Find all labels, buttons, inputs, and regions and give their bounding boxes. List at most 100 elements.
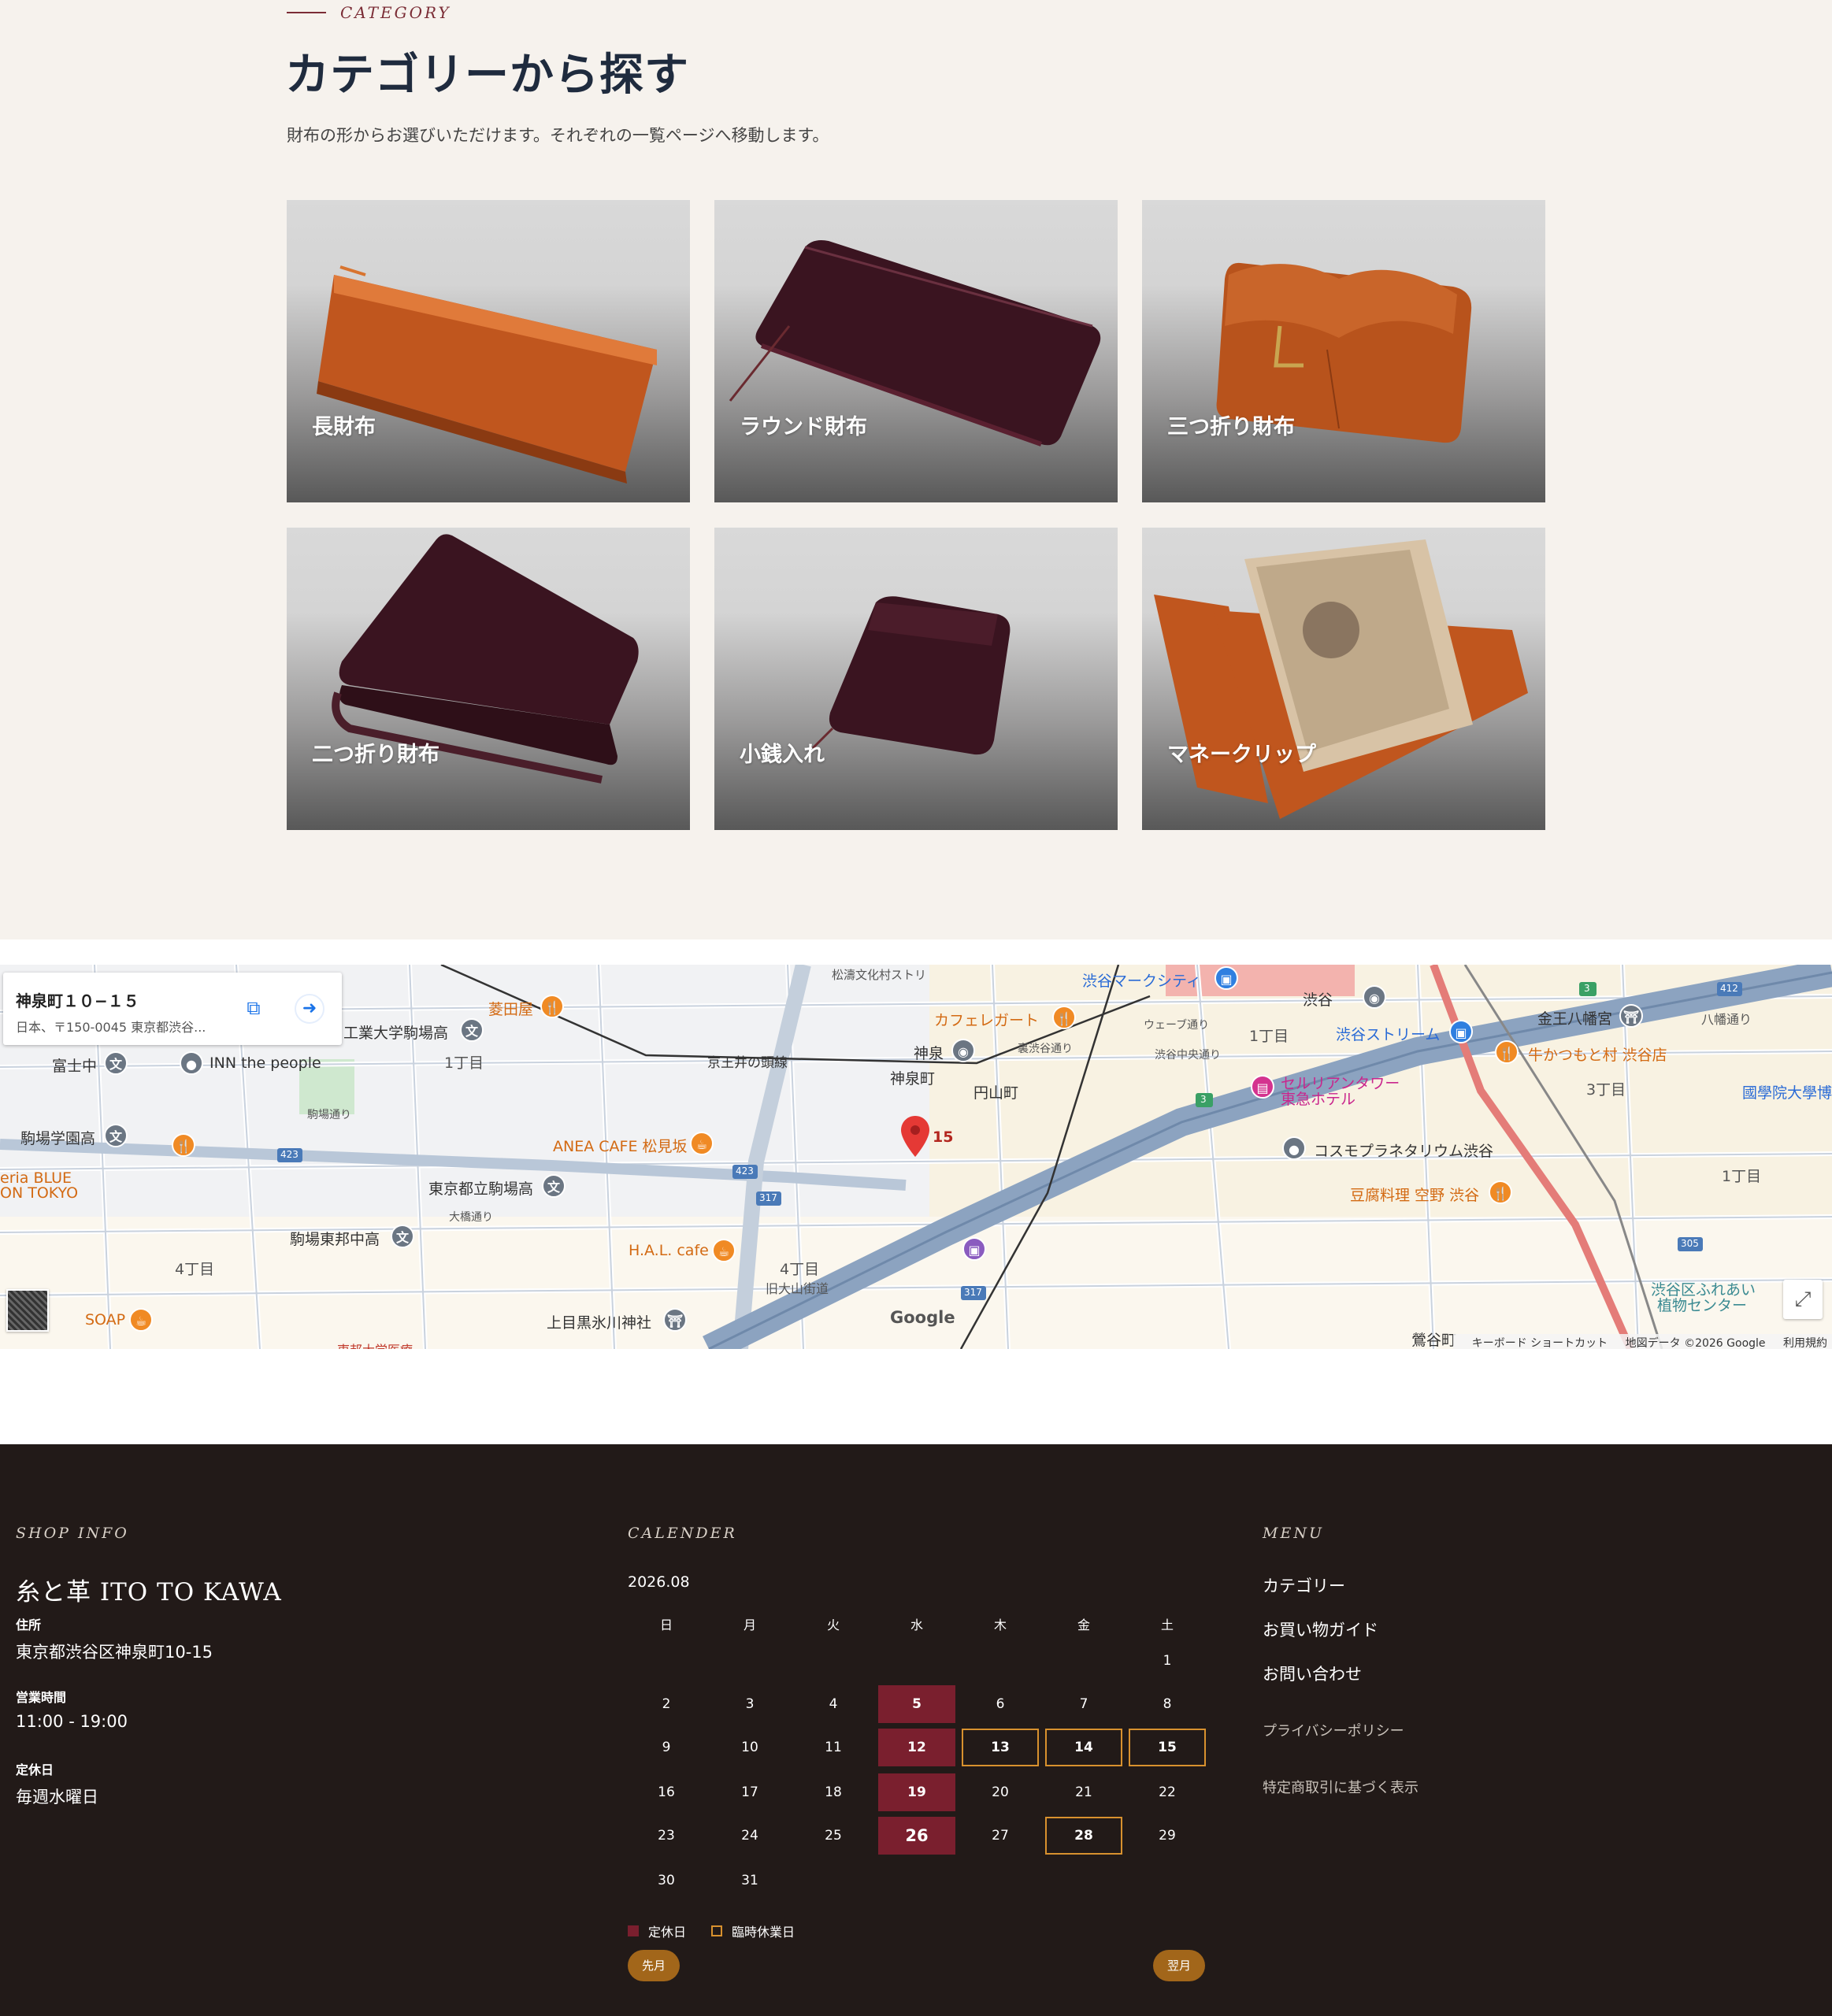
shopping-icon[interactable]: ▣ <box>1215 966 1238 990</box>
shop-name: 糸と革 ITO TO KAWA <box>16 1578 282 1606</box>
cafe-icon[interactable]: ☕ <box>129 1308 153 1332</box>
map-label: INN the people <box>210 1054 321 1072</box>
category-card-trifold-wallet[interactable]: 三つ折り財布 <box>1142 200 1545 502</box>
map-label: 牛かつもと村 渋谷店 <box>1528 1047 1667 1064</box>
calendar-day: 10 <box>741 1740 758 1755</box>
menu-link-shopping-guide[interactable]: お買い物ガイド <box>1263 1618 1378 1641</box>
route-number: 317 <box>759 1192 777 1203</box>
map-place-address: 日本、〒150-0045 東京都渋谷... <box>16 1020 206 1035</box>
map-label: 駒場学園高 <box>20 1130 96 1147</box>
calendar-day: 29 <box>1159 1828 1176 1844</box>
closed-label: 定休日 <box>16 1762 54 1777</box>
category-card-long-wallet[interactable]: 長財布 <box>287 200 690 502</box>
menu-link-privacy-policy[interactable]: プライバシーポリシー <box>1263 1720 1404 1740</box>
cafe-icon[interactable]: ☕ <box>712 1239 736 1262</box>
map-label: ON TOKYO <box>0 1184 79 1202</box>
menu-heading: MENU <box>1263 1525 1324 1542</box>
map-label: 松濤文化村ストリ <box>832 968 927 982</box>
school-icon[interactable]: 文 <box>391 1225 414 1248</box>
calendar-day: 2 <box>662 1696 671 1712</box>
map-label: 渋谷中央通り <box>1155 1049 1221 1062</box>
route-number: 412 <box>1720 983 1738 994</box>
legend-holiday-label: 定休日 <box>648 1925 687 1940</box>
calendar-month: 2026.08 <box>628 1573 690 1591</box>
map-label: 渋谷ストリーム <box>1336 1026 1441 1043</box>
terms-link[interactable]: 利用規約 <box>1783 1337 1827 1349</box>
school-icon[interactable]: 文 <box>104 1051 128 1075</box>
directions-icon[interactable]: ➜ <box>295 994 324 1024</box>
shop-info-heading: SHOP INFO <box>16 1525 129 1542</box>
eyebrow-line <box>287 12 326 13</box>
restaurant-icon[interactable]: 🍴 <box>1489 1180 1512 1204</box>
category-card-label: 三つ折り財布 <box>1167 415 1295 439</box>
weekday-header: 水 <box>910 1618 923 1632</box>
map-label: 國學院大學博 <box>1742 1084 1832 1102</box>
calendar-day: 4 <box>829 1696 838 1712</box>
category-card-bifold-wallet[interactable]: 二つ折り財布 <box>287 528 690 830</box>
map-label: 渋谷マークシティ <box>1082 973 1201 990</box>
legend-temporary: 臨時休業日 <box>711 1922 795 1940</box>
restaurant-icon[interactable]: 🍴 <box>1495 1040 1519 1064</box>
google-map[interactable]: 菱田屋 工業大学駒場高 富士中 INN the people 1丁目 駒場学園高… <box>0 965 1832 1349</box>
map-place-title: 神泉町１０−１５ <box>16 991 139 1010</box>
category-card-label: 小銭入れ <box>740 743 825 767</box>
footer: SHOP INFO 糸と革 ITO TO KAWA 住所 東京都渋谷区神泉町10… <box>0 1444 1832 2016</box>
school-icon[interactable]: 文 <box>460 1018 484 1042</box>
legend-temporary-label: 臨時休業日 <box>732 1925 795 1940</box>
prev-month-button[interactable]: 先月 <box>628 1950 680 1981</box>
calendar-day: 7 <box>1079 1696 1088 1712</box>
hotel-icon[interactable]: ▤ <box>1251 1075 1274 1099</box>
map-label: 東急ホテル <box>1281 1091 1356 1108</box>
school-icon[interactable]: 文 <box>104 1124 128 1147</box>
category-card-coin-case[interactable]: 小銭入れ <box>714 528 1118 830</box>
map-pin-label: 15 <box>933 1128 954 1146</box>
next-month-button[interactable]: 翌月 <box>1153 1950 1205 1981</box>
category-card-money-clip[interactable]: マネークリップ <box>1142 528 1545 830</box>
category-eyebrow: CATEGORY <box>287 3 451 22</box>
place-icon[interactable]: ● <box>1282 1136 1306 1160</box>
calendar-day-temporary-closure: 13 <box>962 1729 1039 1766</box>
cafe-icon[interactable]: ☕ <box>690 1132 714 1155</box>
shopping-icon[interactable]: ▣ <box>962 1237 986 1261</box>
map-label: 渋谷 <box>1303 991 1333 1009</box>
keyboard-shortcuts-link[interactable]: キーボード ショートカット <box>1472 1337 1608 1349</box>
map-label: 東京都立駒場高 <box>428 1180 534 1198</box>
legend-holiday: 定休日 <box>628 1922 686 1940</box>
open-in-maps-icon[interactable]: ⧉ <box>239 994 268 1022</box>
restaurant-icon[interactable]: 🍴 <box>540 995 564 1018</box>
menu-link-legal-notice[interactable]: 特定商取引に基づく表示 <box>1263 1777 1419 1797</box>
menu-link-contact[interactable]: お問い合わせ <box>1263 1662 1362 1685</box>
restaurant-icon[interactable]: 🍴 <box>172 1133 195 1157</box>
shrine-icon[interactable]: ⛩ <box>663 1308 687 1332</box>
route-number: 305 <box>1681 1238 1699 1249</box>
calendar-day: 1 <box>1163 1653 1172 1669</box>
weekday-header: 土 <box>1160 1618 1174 1632</box>
menu-link-category[interactable]: カテゴリー <box>1263 1573 1345 1597</box>
shrine-icon[interactable]: ⛩ <box>1619 1004 1643 1028</box>
restaurant-icon[interactable]: 🍴 <box>1052 1006 1076 1029</box>
map-label: 駒場通り <box>307 1109 351 1121</box>
shopping-icon[interactable]: ▣ <box>1449 1020 1473 1043</box>
calendar-day-temporary-closure: 28 <box>1045 1817 1122 1855</box>
school-icon[interactable]: 文 <box>542 1174 566 1198</box>
calendar-day: 22 <box>1159 1784 1176 1800</box>
calendar-day: 18 <box>825 1784 842 1800</box>
category-card-label: 二つ折り財布 <box>312 743 439 767</box>
train-station-icon[interactable]: ◉ <box>1363 985 1386 1009</box>
map-label: 円山町 <box>973 1084 1019 1102</box>
map-label: 菱田屋 <box>488 1001 534 1018</box>
map-label: 上目黒氷川神社 <box>547 1314 652 1332</box>
map-label: H.A.L. cafe <box>629 1242 709 1259</box>
map-label: 京王井の頭線 <box>707 1055 788 1071</box>
place-icon[interactable]: ● <box>180 1051 203 1075</box>
fullscreen-icon[interactable]: ⤢ <box>1783 1280 1823 1319</box>
weekday-header: 日 <box>659 1618 673 1632</box>
satellite-toggle[interactable] <box>6 1289 49 1332</box>
category-card-round-wallet[interactable]: ラウンド財布 <box>714 200 1118 502</box>
map-pin-icon[interactable] <box>901 1116 929 1157</box>
weekday-header: 月 <box>743 1618 756 1632</box>
map-label: 駒場東邦中高 <box>290 1231 380 1248</box>
train-station-icon[interactable]: ◉ <box>951 1039 975 1062</box>
category-section: CATEGORY カテゴリーから探す 財布の形からお選びいただけます。それぞれの… <box>0 0 1832 939</box>
weekday-header: 火 <box>826 1618 840 1632</box>
